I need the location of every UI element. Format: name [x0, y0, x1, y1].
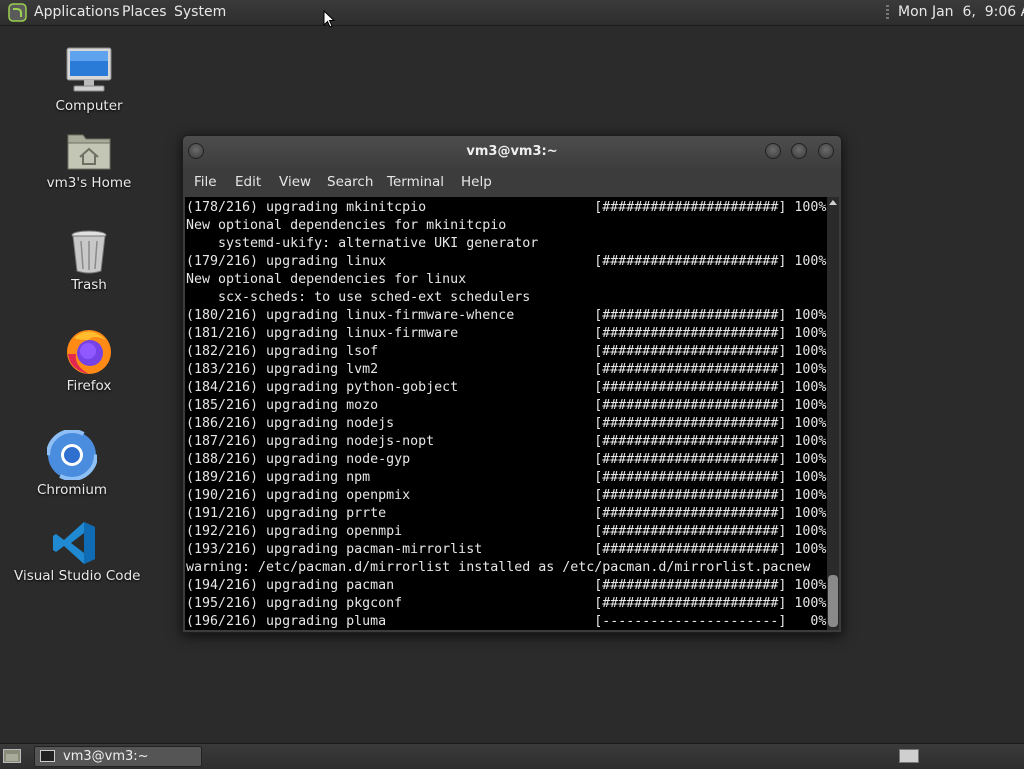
chromium-icon: [47, 430, 97, 480]
vscode-icon: [53, 522, 95, 564]
menu-help[interactable]: Help: [461, 168, 492, 196]
terminal-line: New optional dependencies for linux: [186, 272, 467, 287]
terminal-line: (181/216) upgrading linux-firmware [####…: [186, 326, 827, 341]
terminal-line: New optional dependencies for mkinitcpio: [186, 218, 507, 233]
terminal-line: (188/216) upgrading node-gyp [##########…: [186, 452, 827, 467]
desktop-icon-label: Visual Studio Code: [14, 568, 141, 584]
window-titlebar[interactable]: vm3@vm3:~: [183, 136, 841, 168]
desktop-icon-label: Chromium: [36, 482, 108, 498]
clock[interactable]: Mon Jan 6, 9:06 AM: [898, 0, 1024, 25]
terminal-line: (186/216) upgrading nodejs [############…: [186, 416, 827, 431]
terminal-line: (190/216) upgrading openpmix [##########…: [186, 488, 827, 503]
terminal-line: (192/216) upgrading openmpi [###########…: [186, 524, 827, 539]
terminal-line: scx-scheds: to use sched-ext schedulers: [186, 290, 531, 305]
terminal-scrollbar[interactable]: [827, 197, 839, 630]
bottom-panel: vm3@vm3:~: [0, 743, 1024, 769]
desktop-icon-label: Trash: [71, 277, 107, 293]
terminal-menubar: File Edit View Search Terminal Help: [183, 168, 841, 196]
scroll-up-arrow-icon[interactable]: [829, 200, 837, 205]
desktop-icon-computer[interactable]: Computer: [44, 46, 134, 114]
terminal-line: (193/216) upgrading pacman-mirrorlist [#…: [186, 542, 827, 557]
taskbar-item-terminal[interactable]: vm3@vm3:~: [34, 746, 202, 767]
desktop-icon-home[interactable]: vm3's Home: [44, 129, 134, 191]
terminal-line: (196/216) upgrading pluma [-------------…: [186, 614, 827, 629]
terminal-line: (191/216) upgrading prrte [#############…: [186, 506, 827, 521]
terminal-line: (179/216) upgrading linux [#############…: [186, 254, 827, 269]
terminal-line: warning: /etc/pacman.d/mirrorlist instal…: [186, 560, 811, 575]
desktop-icon-chromium[interactable]: Chromium: [27, 430, 117, 498]
menu-terminal[interactable]: Terminal: [387, 168, 444, 196]
menu-edit[interactable]: Edit: [235, 168, 261, 196]
terminal-line: (184/216) upgrading python-gobject [####…: [186, 380, 827, 395]
desktop-icon-vscode[interactable]: Visual Studio Code: [14, 520, 141, 584]
terminal-line: (187/216) upgrading nodejs-nopt [#######…: [186, 434, 827, 449]
maximize-button[interactable]: [791, 143, 807, 159]
taskbar-item-label: vm3@vm3:~: [63, 749, 149, 764]
close-button[interactable]: [818, 143, 834, 159]
workspace-switcher[interactable]: [899, 749, 919, 763]
desktop-icon-label: Computer: [55, 98, 123, 114]
terminal-icon: [40, 750, 55, 762]
firefox-icon: [67, 330, 111, 374]
terminal-line: (194/216) upgrading pacman [############…: [186, 578, 827, 593]
terminal-text: (178/216) upgrading mkinitcpio [########…: [186, 199, 826, 630]
terminal-line: systemd-ukify: alternative UKI generator: [186, 236, 539, 251]
trash-icon: [71, 230, 107, 274]
desktop-icon-label: vm3's Home: [46, 175, 132, 191]
minimize-button[interactable]: [765, 143, 781, 159]
terminal-output[interactable]: (178/216) upgrading mkinitcpio [########…: [185, 197, 827, 630]
menu-search[interactable]: Search: [327, 168, 373, 196]
terminal-line: (182/216) upgrading lsof [##############…: [186, 344, 827, 359]
terminal-window[interactable]: vm3@vm3:~ File Edit View Search Terminal…: [182, 135, 842, 633]
terminal-line: (185/216) upgrading mozo [##############…: [186, 398, 827, 413]
desktop-icon-firefox[interactable]: Firefox: [44, 326, 134, 394]
terminal-line: (189/216) upgrading npm [###############…: [186, 470, 827, 485]
home-folder-icon: [67, 134, 111, 170]
terminal-line: (178/216) upgrading mkinitcpio [########…: [186, 200, 827, 215]
applications-menu[interactable]: Applications: [34, 0, 120, 25]
window-title: vm3@vm3:~: [466, 144, 558, 159]
computer-icon: [66, 47, 112, 92]
menu-view[interactable]: View: [279, 168, 311, 196]
desktop-icon-trash[interactable]: Trash: [44, 229, 134, 293]
menu-file[interactable]: File: [194, 168, 217, 196]
terminal-line: (183/216) upgrading lvm2 [##############…: [186, 362, 827, 377]
mouse-cursor-icon: [323, 10, 335, 28]
show-desktop-icon[interactable]: [3, 749, 21, 763]
top-panel: Applications Places System Mon Jan 6, 9:…: [0, 0, 1024, 26]
places-menu[interactable]: Places: [122, 0, 167, 25]
desktop-icon-label: Firefox: [66, 378, 112, 394]
scrollbar-thumb[interactable]: [828, 575, 838, 627]
system-menu[interactable]: System: [174, 0, 226, 25]
terminal-line: (180/216) upgrading linux-firmware-whenc…: [186, 308, 827, 323]
terminal-line: (195/216) upgrading pkgconf [###########…: [186, 596, 827, 611]
mate-logo-icon[interactable]: [8, 3, 27, 22]
panel-separator: [886, 5, 889, 20]
